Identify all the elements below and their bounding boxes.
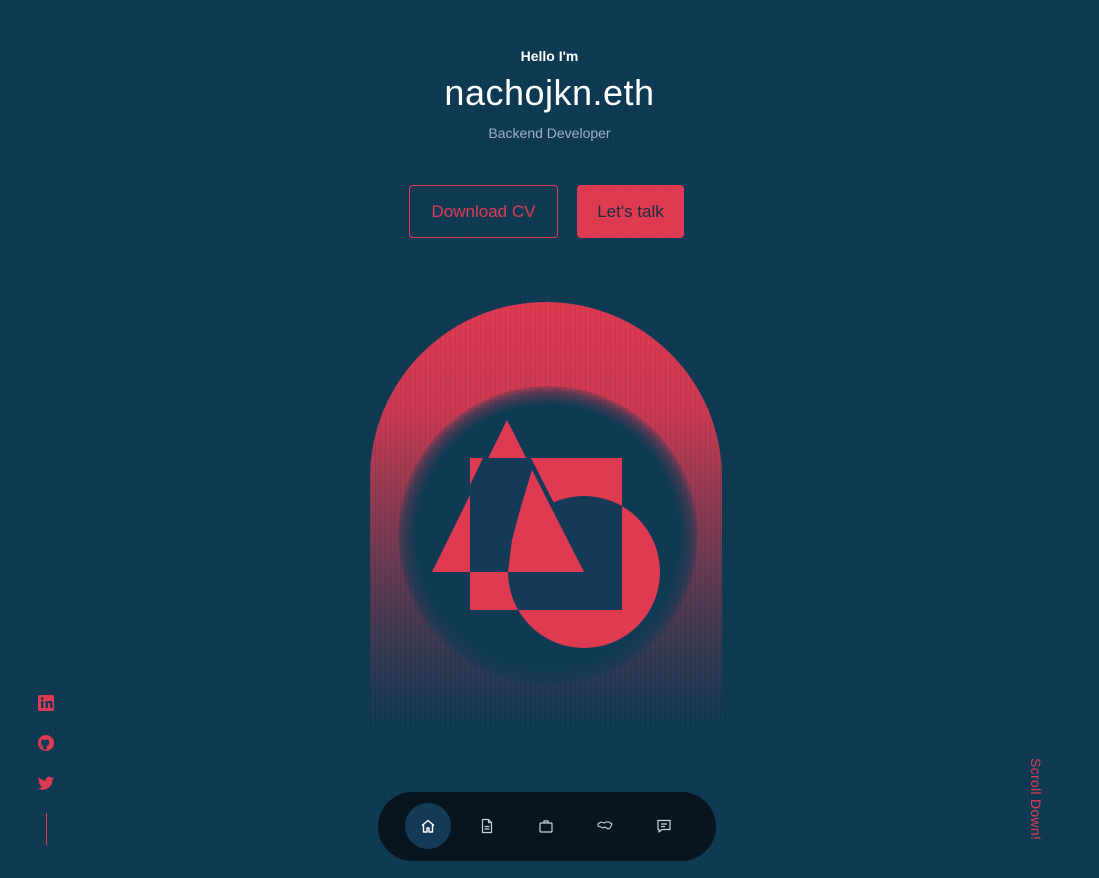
download-cv-button[interactable]: Download CV — [409, 185, 558, 238]
nav-contact[interactable] — [641, 803, 687, 849]
message-icon — [657, 819, 671, 833]
handshake-icon — [597, 821, 613, 830]
document-icon — [481, 818, 493, 834]
home-icon — [421, 819, 435, 833]
hero-name: nachojkn.eth — [444, 72, 655, 113]
linkedin-icon[interactable] — [37, 694, 57, 714]
social-divider-line — [46, 813, 47, 845]
nav-services[interactable] — [582, 803, 628, 849]
nav-home[interactable] — [405, 803, 451, 849]
geometric-logo — [432, 420, 660, 648]
nav-about[interactable] — [464, 803, 510, 849]
scroll-down-link[interactable]: Scroll Down! — [1028, 758, 1044, 840]
greeting-text: Hello I'm — [520, 48, 579, 64]
github-icon[interactable] — [37, 734, 57, 754]
hero-role: Backend Developer — [488, 125, 611, 141]
lets-talk-button[interactable]: Let's talk — [577, 185, 684, 238]
briefcase-icon — [539, 820, 553, 833]
bottom-nav — [378, 792, 716, 861]
social-links — [37, 694, 57, 814]
nav-experience[interactable] — [523, 803, 569, 849]
twitter-icon[interactable] — [37, 774, 57, 794]
